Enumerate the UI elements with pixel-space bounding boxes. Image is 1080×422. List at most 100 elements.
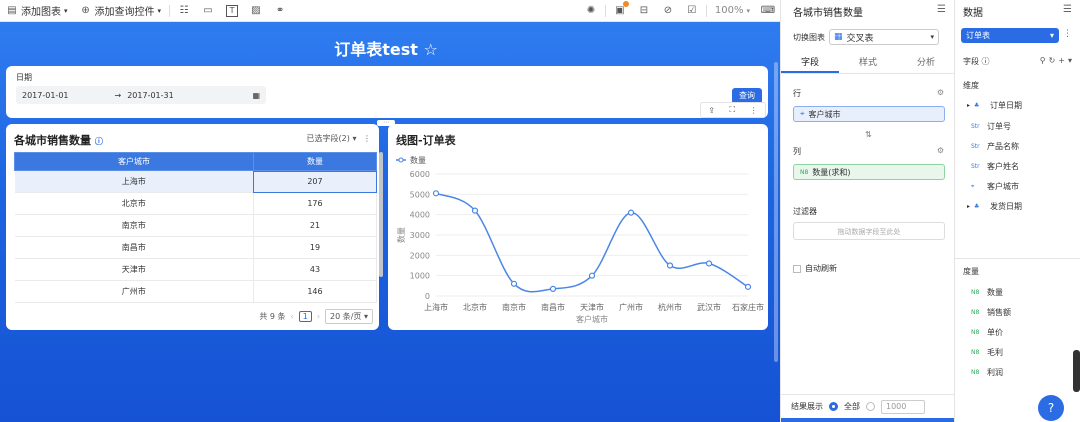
field-order-date[interactable]: ▸ ♣ 订单日期	[967, 100, 1022, 111]
expand-icon[interactable]: ▸	[967, 102, 970, 109]
y-tick-label: 1000	[410, 272, 430, 281]
table-scrollbar[interactable]	[379, 152, 383, 277]
expand-icon[interactable]: ▸	[967, 203, 970, 210]
field-product-name[interactable]: Str 产品名称	[971, 141, 1019, 152]
preview-button[interactable]: ⊘	[656, 0, 680, 22]
swap-icon[interactable]: ⇅	[865, 130, 872, 139]
refresh-icon[interactable]: ↻	[1049, 56, 1059, 65]
checkbox-icon: ☑	[687, 5, 697, 16]
field-name: 利润	[987, 368, 1003, 377]
table-row[interactable]: 南京市 21	[14, 214, 378, 237]
table-row[interactable]: 广州市 146	[14, 280, 378, 303]
more-icon[interactable]: ⋮	[363, 134, 371, 143]
limit-input[interactable]: 1000	[881, 399, 925, 414]
chevron-down-icon[interactable]: ▾	[1068, 56, 1075, 65]
auto-refresh[interactable]: 自动刷新	[793, 263, 837, 274]
tab-component-button[interactable]: ▭	[196, 0, 220, 22]
fields-label: 字段 ⓘ	[963, 56, 990, 67]
collapse-icon[interactable]: ☰	[937, 4, 946, 15]
field-order-id[interactable]: Str 订单号	[971, 121, 1011, 132]
search-icon[interactable]: ⚲	[1040, 56, 1049, 65]
field-quantity[interactable]: N8 数量	[971, 287, 1003, 298]
add-icon[interactable]: +	[1058, 56, 1068, 65]
tab-fields[interactable]: 字段	[781, 52, 839, 73]
collapse-icon[interactable]: ☰	[1063, 4, 1072, 15]
table-row[interactable]: 南昌市 19	[14, 236, 378, 259]
theme-button[interactable]: ✺	[579, 0, 603, 22]
field-ship-date[interactable]: ▸ ♣ 发货日期	[967, 201, 1022, 212]
current-page[interactable]: 1	[298, 311, 312, 322]
check-button[interactable]: ☑	[680, 0, 704, 22]
export-icon[interactable]: ⇪	[708, 106, 715, 115]
field-customer-name[interactable]: Str 客户姓名	[971, 161, 1019, 172]
filter-drop-zone[interactable]: 拖动数据字段至此处	[793, 222, 945, 240]
report-button[interactable]: ▣	[608, 0, 632, 22]
canvas-scrollbar[interactable]	[774, 62, 778, 362]
string-type-icon: Str	[971, 123, 980, 130]
side-strip[interactable]	[1073, 350, 1080, 392]
field-name: 订单日期	[990, 101, 1023, 110]
number-type-icon: N8	[971, 289, 980, 296]
x-tick-label: 北京市	[463, 302, 487, 312]
tab-analysis[interactable]: 分析	[897, 52, 955, 73]
selected-fields-dropdown[interactable]: 已选字段(2) ▾ ⋮	[307, 133, 371, 144]
checkbox[interactable]	[793, 264, 801, 273]
table-row[interactable]: 天津市 43	[14, 258, 378, 281]
fullscreen-icon[interactable]: ⛶	[730, 105, 736, 115]
help-button[interactable]: ?	[1038, 395, 1064, 421]
table-card: 各城市销售数量 ⓘ 已选字段(2) ▾ ⋮ 客户城市 数量 上海市 207 北京市…	[6, 124, 383, 330]
date-range-input[interactable]: 2017-01-01 → 2017-01-31 ▦	[16, 86, 266, 104]
field-gross-profit[interactable]: N8 毛利	[971, 347, 1003, 358]
add-query-button[interactable]: ⊕ 添加查询控件 ▾	[74, 0, 168, 22]
radio-all[interactable]	[829, 402, 838, 411]
table-title-text: 各城市销售数量	[14, 134, 91, 147]
tab-style[interactable]: 样式	[839, 52, 897, 73]
table-row[interactable]: 北京市 176	[14, 192, 378, 215]
line-chart: 数量 0 1000 2000 3000 4000 5000 6000 数量上海市 北京市 南京市 南昌…	[396, 155, 764, 324]
radio-limit[interactable]	[866, 402, 875, 411]
briefcase-button[interactable]: ⊟	[632, 0, 656, 22]
prev-page-icon[interactable]: ‹	[291, 312, 294, 321]
column-header-city[interactable]: 客户城市	[14, 152, 254, 171]
keyboard-button[interactable]: ⌨	[756, 0, 780, 22]
field-name: 产品名称	[987, 142, 1019, 151]
divider	[955, 258, 1080, 259]
info-icon[interactable]: ⓘ	[982, 57, 990, 66]
image-icon: ▨	[251, 5, 261, 16]
field-name: 数量	[987, 288, 1003, 297]
field-profit[interactable]: N8 利润	[971, 367, 1003, 378]
gear-icon[interactable]: ⚙	[937, 146, 944, 155]
column-header-quantity[interactable]: 数量	[252, 152, 378, 171]
field-unit-price[interactable]: N8 单价	[971, 327, 1003, 338]
field-sales[interactable]: N8 销售额	[971, 307, 1011, 318]
more-icon[interactable]: ⋮	[750, 106, 758, 115]
location-icon: ⌖	[800, 109, 805, 118]
briefcase-icon: ⊟	[639, 5, 649, 16]
row-field-chip[interactable]: ⌖ 客户城市	[793, 106, 945, 122]
number-type-icon: N8	[800, 168, 809, 176]
text-button[interactable]: T	[220, 0, 244, 22]
image-button[interactable]: ▨	[244, 0, 268, 22]
info-icon[interactable]: ⓘ	[95, 137, 103, 146]
next-page-icon[interactable]: ›	[317, 312, 320, 321]
page-size-select[interactable]: 20 条/页 ▾	[325, 309, 373, 324]
location-icon: ⌖	[971, 182, 975, 190]
add-chart-button[interactable]: ▤ 添加图表 ▾	[0, 0, 74, 22]
more-icon[interactable]: ⋮	[1063, 29, 1072, 39]
data-table: 客户城市 数量 上海市 207 北京市 176 南京市 21 南昌市 19 天津市 43 …	[14, 152, 378, 303]
link-button[interactable]: ⚭	[268, 0, 292, 22]
link-icon: ⚭	[275, 5, 285, 16]
add-chart-label: 添加图表	[21, 7, 61, 18]
field-customer-city[interactable]: ⌖ 客户城市	[971, 181, 1019, 192]
palette-icon: ✺	[586, 5, 596, 16]
column-field-chip[interactable]: N8 数量(求和)	[793, 164, 945, 180]
chart-type-select[interactable]: ▦ 交叉表 ▾	[829, 29, 939, 45]
start-date[interactable]: 2017-01-01	[22, 91, 69, 100]
end-date[interactable]: 2017-01-31	[127, 91, 174, 100]
table-row[interactable]: 上海市 207	[14, 170, 378, 193]
layout-button[interactable]: ☷	[172, 0, 196, 22]
dataset-select[interactable]: 订单表 ▾	[961, 28, 1059, 43]
gear-icon[interactable]: ⚙	[937, 88, 944, 97]
zoom-select[interactable]: 100% ▾	[709, 0, 756, 22]
x-tick-label: 石家庄市	[732, 302, 764, 312]
